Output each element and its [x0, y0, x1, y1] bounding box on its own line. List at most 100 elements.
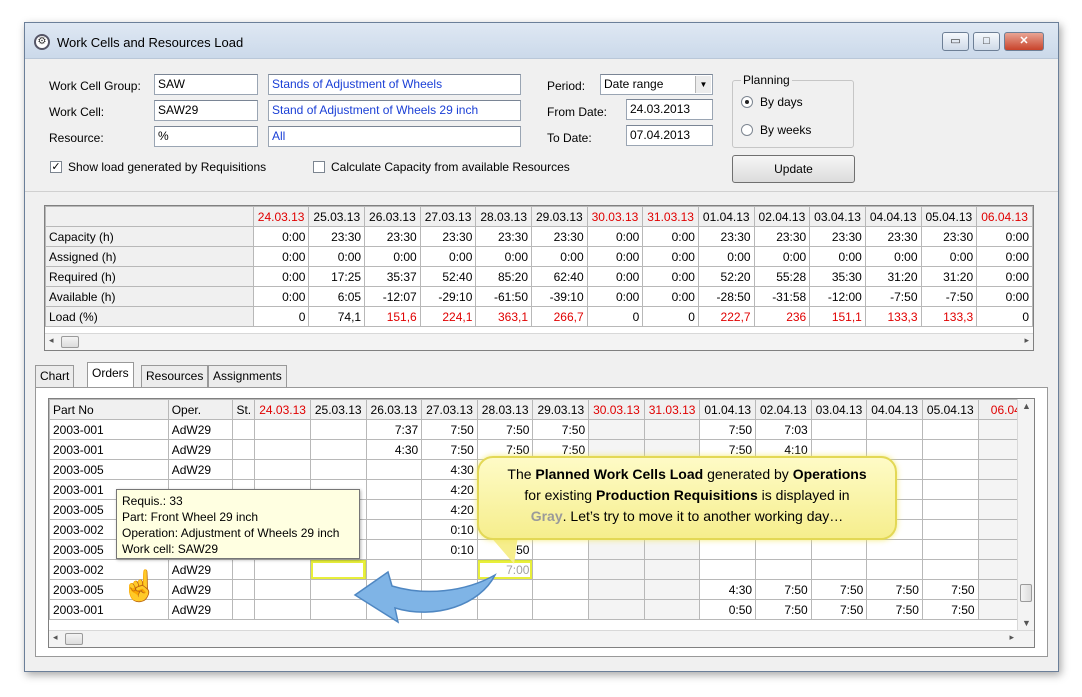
order-load-cell[interactable]	[588, 539, 645, 560]
order-load-cell[interactable]: 7:50	[755, 599, 812, 620]
summary-cell[interactable]: 0:00	[586, 226, 644, 247]
order-load-cell[interactable]	[588, 599, 645, 620]
summary-cell[interactable]: 0:00	[531, 246, 588, 267]
orders-date-header[interactable]: 01.04.13	[699, 399, 757, 420]
order-load-cell[interactable]	[921, 479, 979, 500]
summary-date-header[interactable]: 28.03.13	[475, 206, 533, 227]
period-select[interactable]: Date range ▼	[600, 74, 713, 95]
show-requisitions-checkbox[interactable]: ✓	[50, 161, 62, 173]
summary-cell[interactable]: 23:30	[475, 226, 533, 247]
orders-hscroll-thumb[interactable]	[65, 633, 83, 645]
order-load-cell[interactable]: 0:10	[421, 519, 478, 540]
order-part-no[interactable]: 2003-005	[49, 459, 169, 480]
order-load-cell[interactable]: 0:10	[421, 539, 478, 560]
order-load-cell[interactable]	[643, 419, 701, 440]
order-load-cell[interactable]	[588, 559, 645, 580]
order-load-cell[interactable]	[921, 439, 979, 460]
order-load-cell[interactable]: 4:30	[699, 579, 757, 600]
order-load-cell[interactable]: 7:50	[421, 439, 478, 460]
summary-cell[interactable]: 23:30	[920, 226, 978, 247]
summary-cell[interactable]: 0:00	[642, 226, 699, 247]
oper-header[interactable]: Oper.	[167, 399, 234, 420]
summary-cell[interactable]: 52:40	[419, 266, 477, 287]
summary-cell[interactable]: -29:10	[419, 286, 477, 307]
order-load-cell[interactable]: 7:50	[810, 599, 868, 620]
calc-capacity-checkbox[interactable]	[313, 161, 325, 173]
orders-date-header[interactable]: 02.04.13	[755, 399, 812, 420]
maximize-button[interactable]: □	[973, 32, 1000, 51]
summary-cell[interactable]: 0	[976, 306, 1033, 327]
summary-cell[interactable]: 52:20	[697, 266, 755, 287]
order-load-cell[interactable]	[810, 559, 868, 580]
order-load-cell[interactable]: 7:50	[699, 419, 757, 440]
scroll-left-icon[interactable]: ◂	[49, 335, 54, 346]
summary-cell[interactable]: 23:30	[864, 226, 922, 247]
summary-date-header[interactable]: 02.04.13	[753, 206, 811, 227]
orders-date-header[interactable]: 03.04.13	[810, 399, 868, 420]
summary-cell[interactable]: 35:37	[364, 266, 421, 287]
summary-date-header[interactable]: 01.04.13	[697, 206, 755, 227]
title-bar[interactable]: ⚙ Work Cells and Resources Load ▭ □ ✕	[25, 23, 1058, 59]
summary-cell[interactable]: 23:30	[419, 226, 477, 247]
summary-date-header[interactable]: 05.04.13	[920, 206, 978, 227]
order-status[interactable]	[232, 599, 256, 620]
order-load-cell[interactable]: 4:20	[421, 499, 478, 520]
orders-scroll-left-icon[interactable]: ◂	[53, 632, 58, 643]
summary-cell[interactable]: 23:30	[753, 226, 811, 247]
orders-vscrollbar[interactable]: ▲ ▼	[1017, 399, 1034, 630]
summary-cell[interactable]: 0:00	[586, 266, 644, 287]
summary-cell[interactable]: 35:30	[809, 266, 866, 287]
orders-date-header[interactable]: 04.04.13	[866, 399, 923, 420]
order-load-cell[interactable]: 4:20	[421, 479, 478, 500]
load-summary-grid[interactable]: 24.03.13 25.03.13 26.03.13 27.03.13 28.03.13…	[44, 205, 1034, 351]
summary-cell[interactable]: 0:00	[364, 246, 421, 267]
summary-cell[interactable]: 0:00	[697, 246, 755, 267]
chevron-down-icon[interactable]: ▼	[695, 76, 711, 93]
summary-cell[interactable]: 23:30	[308, 226, 366, 247]
summary-scroll-thumb[interactable]	[61, 336, 79, 348]
order-load-cell[interactable]	[921, 499, 979, 520]
scroll-up-icon[interactable]: ▲	[1022, 401, 1031, 411]
by-weeks-radio[interactable]	[741, 124, 753, 136]
summary-cell[interactable]: 85:20	[475, 266, 533, 287]
order-load-cell[interactable]	[921, 539, 979, 560]
summary-cell[interactable]: 0:00	[419, 246, 477, 267]
summary-cell[interactable]: 0:00	[252, 226, 310, 247]
summary-cell[interactable]: 236	[753, 306, 811, 327]
summary-cell[interactable]: -12:00	[809, 286, 866, 307]
order-load-cell[interactable]: 7:50	[532, 419, 590, 440]
resource-code-input[interactable]: %	[154, 126, 258, 147]
summary-cell[interactable]: 23:30	[364, 226, 421, 247]
order-load-cell[interactable]: 7:37	[365, 419, 423, 440]
order-load-cell[interactable]	[365, 519, 423, 540]
summary-cell[interactable]: -31:58	[753, 286, 811, 307]
orders-hscrollbar[interactable]: ◂ ▸	[49, 630, 1034, 647]
order-load-cell[interactable]	[254, 599, 311, 620]
summary-cell[interactable]: 0:00	[864, 246, 922, 267]
order-load-cell[interactable]	[532, 599, 590, 620]
order-part-no[interactable]: 2003-001	[49, 439, 169, 460]
close-button[interactable]: ✕	[1004, 32, 1044, 51]
summary-cell[interactable]: 62:40	[531, 266, 588, 287]
order-load-cell[interactable]: 4:30	[421, 459, 478, 480]
update-button[interactable]: Update	[732, 155, 855, 183]
order-load-cell[interactable]: 7:50	[810, 579, 868, 600]
order-load-cell[interactable]	[643, 579, 701, 600]
st-header[interactable]: St.	[232, 399, 256, 420]
minimize-button[interactable]: ▭	[942, 32, 969, 51]
order-load-cell[interactable]	[254, 439, 311, 460]
summary-cell[interactable]: 363,1	[475, 306, 533, 327]
summary-cell[interactable]: 0:00	[642, 266, 699, 287]
order-load-cell[interactable]	[532, 539, 590, 560]
order-row[interactable]: 2003-001 AdW29 0:50 7:50 7:50 7:50 7:50	[49, 599, 1034, 620]
summary-cell[interactable]: 0:00	[920, 246, 978, 267]
order-load-cell[interactable]	[254, 419, 311, 440]
order-load-cell[interactable]	[254, 459, 311, 480]
orders-date-header[interactable]: 27.03.13	[421, 399, 478, 420]
summary-cell[interactable]: 222,7	[697, 306, 755, 327]
order-load-cell[interactable]	[254, 579, 311, 600]
order-load-cell[interactable]	[588, 579, 645, 600]
order-load-cell[interactable]: 7:50	[866, 579, 923, 600]
order-load-cell[interactable]: 7:50	[755, 579, 812, 600]
from-date-input[interactable]: 24.03.2013	[626, 99, 713, 120]
